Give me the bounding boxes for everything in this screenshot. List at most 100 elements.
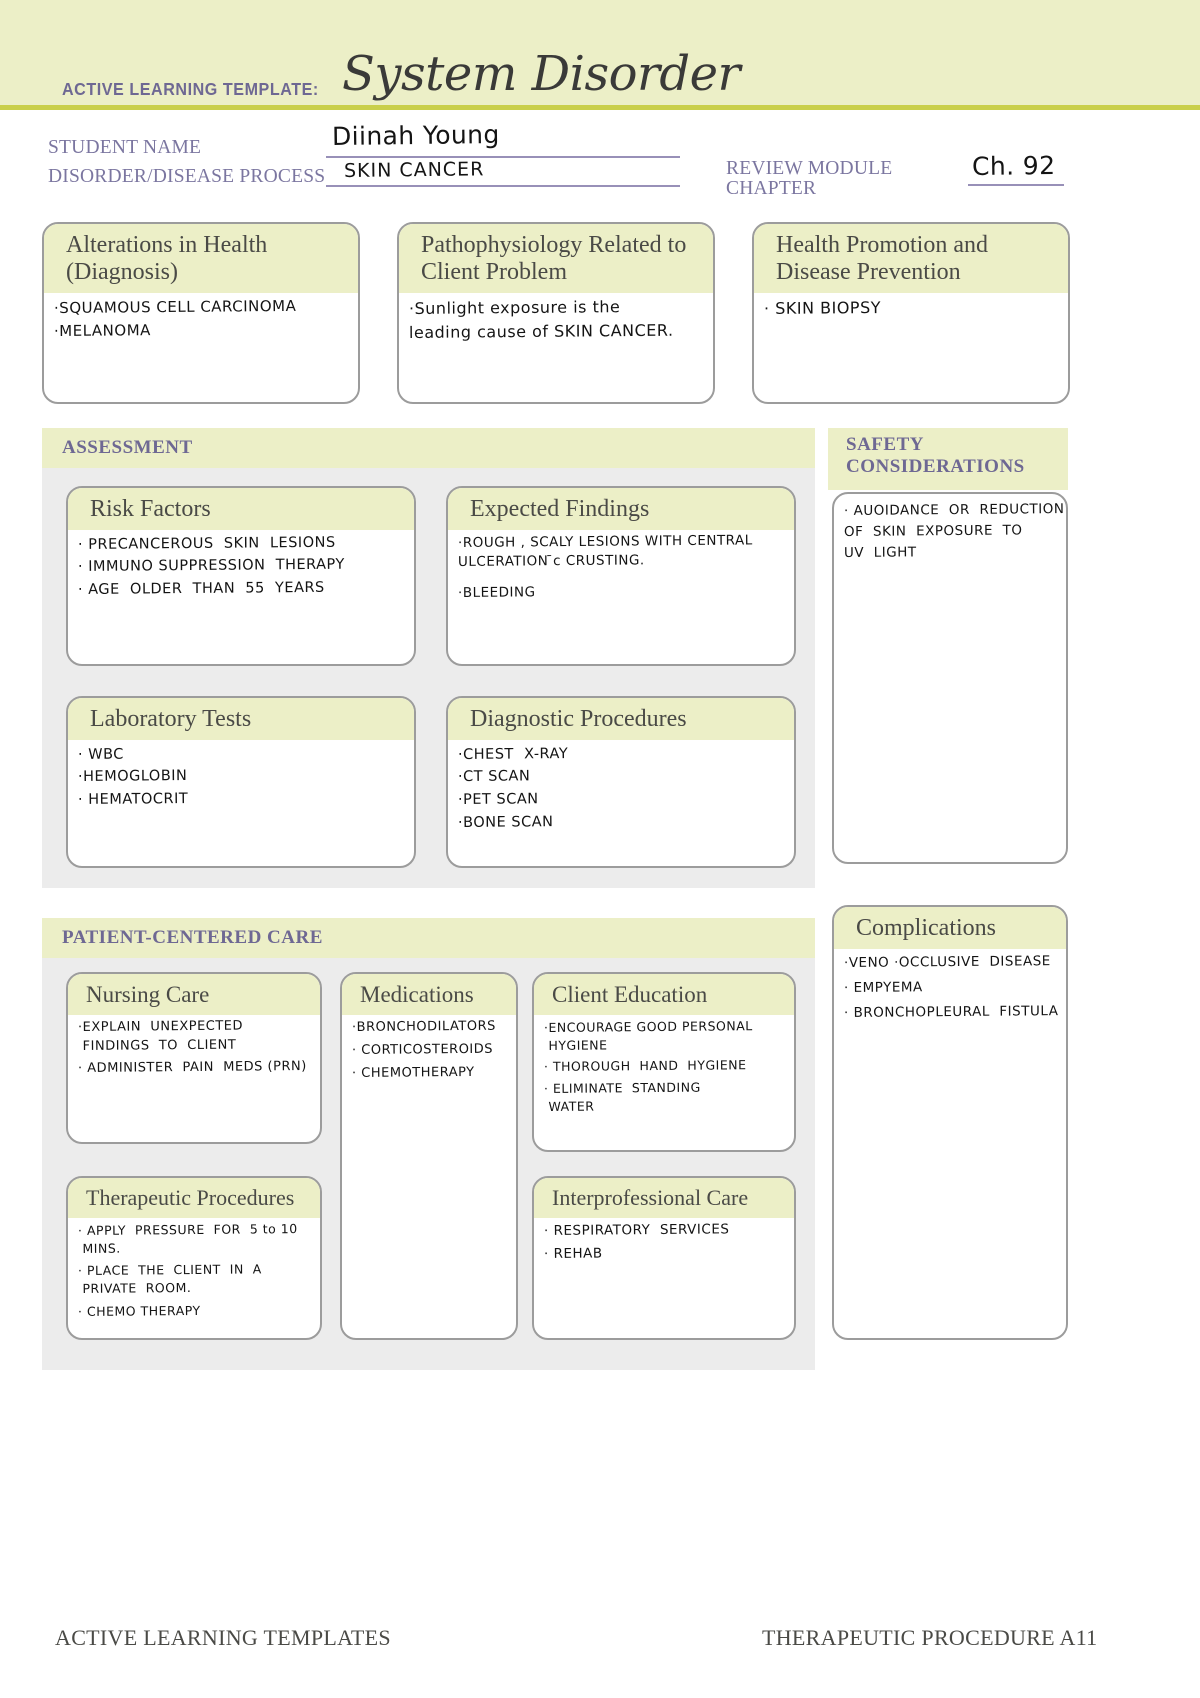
hand-line: · CHEMO THERAPY — [77, 1302, 201, 1319]
box-health-promotion: Health Promotion and Disease Prevention … — [752, 222, 1070, 404]
hand-line: ·EXPLAIN UNEXPECTED — [77, 1018, 244, 1035]
hand-line: · THOROUGH HAND HYGIENE — [543, 1057, 747, 1075]
box-content[interactable]: · PRECANCEROUS SKIN LESIONS · IMMUNO SUP… — [68, 530, 414, 609]
hand-line: ·CT SCAN — [457, 768, 531, 786]
hand-line: ·BRONCHODILATORS — [351, 1018, 496, 1035]
box-content[interactable]: · APPLY PRESSURE FOR 5 to 10 MINS. · PLA… — [68, 1218, 320, 1328]
hand-line: · REHAB — [543, 1245, 603, 1263]
hand-line: · AGE OLDER THAN 55 YEARS — [77, 579, 325, 599]
safety-title-line2: CONSIDERATIONS — [846, 456, 1025, 478]
review-module-value[interactable]: Ch. 92 — [972, 151, 1056, 181]
box-title: Health Promotion and Disease Prevention — [754, 224, 1068, 293]
hand-line: · ELIMINATE STANDING — [543, 1079, 701, 1096]
box-title: Risk Factors — [68, 488, 414, 530]
box-diagnostic-procedures: Diagnostic Procedures ·CHEST X-RAY ·CT S… — [446, 696, 796, 868]
hand-line: FINDINGS TO CLIENT — [77, 1037, 237, 1054]
box-title: Expected Findings — [448, 488, 794, 530]
box-content[interactable]: ·EXPLAIN UNEXPECTED FINDINGS TO CLIENT ·… — [68, 1015, 320, 1086]
template-kicker: ACTIVE LEARNING TEMPLATE: — [62, 79, 319, 99]
hand-line: HYGIENE — [543, 1037, 608, 1053]
box-expected-findings: Expected Findings ·ROUGH , SCALY LESIONS… — [446, 486, 796, 666]
hand-line: · RESPIRATORY SERVICES — [543, 1221, 730, 1239]
box-content[interactable]: · WBC ·HEMOGLOBIN · HEMATOCRIT — [68, 740, 414, 819]
box-title: Interprofessional Care — [534, 1178, 794, 1218]
review-module-label-line2: CHAPTER — [726, 178, 817, 199]
box-complications: Complications ·VENO ·OCCLUSIVE DISEASE ·… — [832, 905, 1068, 1340]
hand-line: ·ENCOURAGE GOOD PERSONAL — [543, 1017, 753, 1035]
hand-line: ·CHEST X-RAY — [457, 745, 569, 763]
header: ACTIVE LEARNING TEMPLATE: System Disorde… — [0, 0, 1120, 105]
safety-title-line1: SAFETY — [828, 428, 1068, 457]
footer-right-text: THERAPEUTIC PROCEDURE A11 — [762, 1625, 1098, 1650]
disorder-label: DISORDER/DISEASE PROCESS — [48, 166, 326, 187]
box-medications: Medications ·BRONCHODILATORS · CORTICOST… — [340, 972, 518, 1340]
hand-line: · SKIN BIOPSY — [763, 297, 882, 318]
box-nursing-care: Nursing Care ·EXPLAIN UNEXPECTED FINDING… — [66, 972, 322, 1144]
hand-line: ·PET SCAN — [457, 791, 539, 809]
box-alterations-in-health: Alterations in Health (Diagnosis) ·SQUAM… — [42, 222, 360, 404]
disorder-value[interactable]: SKIN CANCER — [344, 158, 485, 182]
hand-line — [458, 571, 786, 583]
page-title: System Disorder — [342, 46, 741, 102]
student-name-label: STUDENT NAME — [48, 137, 202, 158]
hand-line: · BRONCHOPLEURAL FISTULA — [843, 1003, 1059, 1022]
hand-line: UV LIGHT — [843, 544, 917, 562]
box-title: Client Education — [534, 974, 794, 1015]
box-risk-factors: Risk Factors · PRECANCEROUS SKIN LESIONS… — [66, 486, 416, 666]
hand-line: PRIVATE ROOM. — [77, 1280, 192, 1297]
box-pathophysiology: Pathophysiology Related to Client Proble… — [397, 222, 715, 404]
box-content[interactable]: ·CHEST X-RAY ·CT SCAN ·PET SCAN ·BONE SC… — [448, 740, 794, 841]
box-title: Alterations in Health (Diagnosis) — [44, 224, 358, 293]
box-content[interactable]: ·SQUAMOUS CELL CARCINOMA ·MELANOMA — [44, 293, 358, 351]
box-content[interactable]: ·ROUGH , SCALY LESIONS WITH CENTRAL ULCE… — [448, 530, 794, 611]
hand-line: · PLACE THE CLIENT IN A — [77, 1261, 262, 1279]
hand-line: · PRECANCEROUS SKIN LESIONS — [77, 534, 336, 553]
box-title: Complications — [834, 907, 1066, 949]
box-title: Nursing Care — [68, 974, 320, 1015]
hand-line: · APPLY PRESSURE FOR 5 to 10 — [77, 1220, 298, 1238]
footer-left-text: ACTIVE LEARNING TEMPLATES — [55, 1625, 391, 1650]
box-title: Medications — [342, 974, 516, 1015]
box-content[interactable]: · SKIN BIOPSY — [754, 293, 1068, 329]
disorder-rule — [326, 185, 680, 187]
hand-line: · AUOIDANCE OR REDUCTION — [843, 501, 1065, 519]
hand-line: MINS. — [77, 1240, 121, 1256]
hand-line: ·ROUGH , SCALY LESIONS WITH CENTRAL — [457, 532, 753, 551]
box-content[interactable]: ·ENCOURAGE GOOD PERSONAL HYGIENE · THORO… — [534, 1015, 794, 1123]
box-content[interactable]: · AUOIDANCE OR REDUCTION OF SKIN EXPOSUR… — [834, 494, 1066, 571]
box-content[interactable]: ·VENO ·OCCLUSIVE DISEASE · EMPYEMA · BRO… — [834, 949, 1066, 1031]
box-title: Diagnostic Procedures — [448, 698, 794, 740]
box-title: Laboratory Tests — [68, 698, 414, 740]
box-content[interactable]: ·Sunlight exposure is the leading cause … — [399, 293, 713, 353]
hand-line: · HEMATOCRIT — [77, 791, 189, 809]
hand-line: ·SQUAMOUS CELL CARCINOMA — [53, 296, 297, 317]
hand-line: WATER — [543, 1098, 595, 1114]
box-therapeutic-procedures: Therapeutic Procedures · APPLY PRESSURE … — [66, 1176, 322, 1340]
box-content[interactable]: · RESPIRATORY SERVICES · REHAB — [534, 1218, 794, 1272]
review-module-label-line1: REVIEW MODULE — [726, 158, 893, 179]
hand-line: leading cause of SKIN CANCER. — [408, 321, 674, 343]
box-client-education: Client Education ·ENCOURAGE GOOD PERSONA… — [532, 972, 796, 1152]
hand-line: ·BONE SCAN — [457, 813, 554, 831]
hand-line: · CORTICOSTEROIDS — [351, 1041, 494, 1058]
hand-line: · ADMINISTER PAIN MEDS (PRN) — [77, 1058, 307, 1076]
box-title: Therapeutic Procedures — [68, 1178, 320, 1218]
assessment-section-title: ASSESSMENT — [42, 428, 815, 469]
hand-line: ·HEMOGLOBIN — [77, 768, 188, 786]
box-safety-considerations: · AUOIDANCE OR REDUCTION OF SKIN EXPOSUR… — [832, 492, 1068, 864]
hand-line: · EMPYEMA — [843, 979, 923, 997]
hand-line: ·VENO ·OCCLUSIVE DISEASE — [843, 953, 1051, 971]
hand-line: · WBC — [77, 746, 124, 763]
hand-line: · CHEMOTHERAPY — [351, 1064, 475, 1081]
student-name-value[interactable]: Diinah Young — [332, 120, 500, 151]
box-interprofessional-care: Interprofessional Care · RESPIRATORY SER… — [532, 1176, 796, 1340]
box-laboratory-tests: Laboratory Tests · WBC ·HEMOGLOBIN · HEM… — [66, 696, 416, 868]
hand-line: OF SKIN EXPOSURE TO — [843, 522, 1023, 541]
hand-line: ·MELANOMA — [53, 321, 151, 341]
student-name-rule — [326, 156, 680, 158]
hand-line: ·Sunlight exposure is the — [408, 296, 621, 318]
box-content[interactable]: ·BRONCHODILATORS · CORTICOSTEROIDS · CHE… — [342, 1015, 516, 1091]
hand-line: ULCERATION ̄c CRUSTING. — [457, 552, 645, 571]
hand-line: · IMMUNO SUPPRESSION THERAPY — [77, 557, 345, 576]
hand-line: ·BLEEDING — [457, 584, 536, 601]
